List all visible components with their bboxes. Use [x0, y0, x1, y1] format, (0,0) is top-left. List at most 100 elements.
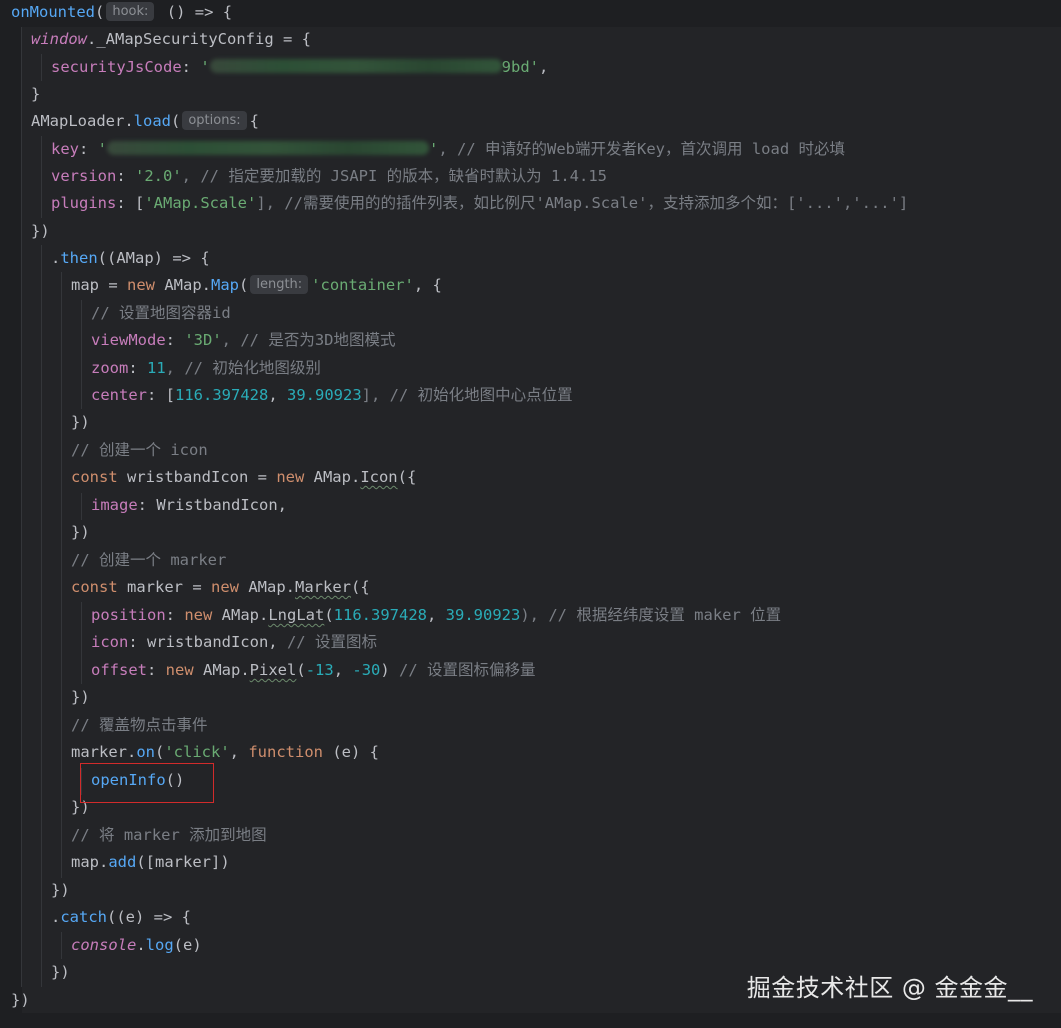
token-method: then — [60, 249, 98, 267]
code-line-20[interactable]: }) — [71, 519, 90, 546]
code-line-2[interactable]: window._AMapSecurityConfig = { — [31, 26, 311, 53]
token-punct: . — [124, 112, 134, 130]
token-comment: ), // 根据经纬度设置 maker 位置 — [520, 606, 782, 624]
token-string: '2.0' — [135, 167, 182, 185]
token-method: add — [108, 853, 137, 871]
token-plain: }) — [71, 523, 90, 541]
code-line-32[interactable]: map.add([marker]) — [71, 849, 230, 876]
token-plain: map. — [71, 853, 109, 871]
token-property: zoom — [91, 359, 129, 377]
token-property: _AMapSecurityConfig — [96, 30, 274, 48]
code-line-12[interactable]: // 设置地图容器id — [91, 300, 231, 327]
token-method: log — [145, 936, 174, 954]
token-property: position — [91, 606, 166, 624]
token-comment: , // 指定要加载的 JSAPI 的版本，缺省时默认为 1.4.15 — [181, 167, 607, 185]
token-plain: }) — [31, 222, 50, 240]
code-line-24[interactable]: icon: wristbandIcon, // 设置图标 — [91, 629, 377, 656]
code-line-16[interactable]: }) — [71, 409, 90, 436]
token-function: onMounted — [11, 3, 95, 21]
token-number: 116.397428 — [175, 386, 269, 404]
code-line-17[interactable]: // 创建一个 icon — [71, 437, 208, 464]
code-line-31[interactable]: // 将 marker 添加到地图 — [71, 822, 267, 849]
token-plain: ({ — [397, 468, 417, 486]
code-line-1[interactable]: onMounted(hook: () => { — [11, 0, 232, 26]
indent-guide — [41, 136, 42, 218]
code-line-23[interactable]: position: new AMap.LngLat(116.397428, 39… — [91, 602, 781, 629]
code-line-13[interactable]: viewMode: '3D', // 是否为3D地图模式 — [91, 327, 395, 354]
token-keyword: new — [127, 276, 155, 294]
token-property: image — [91, 496, 138, 514]
code-line-5[interactable]: AMapLoader.load(options:{ — [31, 108, 259, 135]
code-line-4[interactable]: } — [31, 81, 40, 108]
token-string: 9bd' — [501, 58, 539, 76]
token-comment: , // 是否为3D地图模式 — [221, 331, 396, 349]
code-line-9[interactable]: }) — [31, 218, 50, 245]
token-plain: ([marker]) — [136, 853, 230, 871]
code-line-8[interactable]: plugins: ['AMap.Scale'], //需要使用的的插件列表，如比… — [51, 190, 908, 217]
code-editor[interactable]: onMounted(hook: () => { window._AMapSecu… — [0, 0, 1061, 1028]
code-line-26[interactable]: }) — [71, 684, 90, 711]
code-line-11[interactable]: map = new AMap.Map(length:'container', { — [71, 272, 442, 299]
param-hint-length: length: — [250, 275, 309, 294]
token-punct: ) — [380, 661, 400, 679]
code-line-18[interactable]: const wristbandIcon = new AMap.Icon({ — [71, 464, 416, 491]
token-keyword: new — [276, 468, 305, 486]
token-punct: , — [427, 606, 446, 624]
token-punct: , — [333, 661, 353, 679]
code-line-22[interactable]: const marker = new AMap.Marker({ — [71, 574, 370, 601]
code-line-33[interactable]: }) — [51, 877, 70, 904]
token-plain: marker = — [117, 578, 211, 596]
token-property: key — [51, 140, 79, 158]
code-line-14[interactable]: zoom: 11, // 初始化地图级别 — [91, 355, 321, 382]
token-plain: }) — [71, 688, 90, 706]
indent-guide — [21, 27, 22, 987]
code-line-10[interactable]: .then((AMap) => { — [51, 245, 210, 272]
token-punct: ( — [324, 606, 334, 624]
code-line-6[interactable]: key: ' ', // 申请好的Web端开发者Key，首次调用 load 时必填 — [51, 136, 845, 163]
code-line-28[interactable]: marker.on('click', function (e) { — [71, 739, 379, 766]
code-line-34[interactable]: .catch((e) => { — [51, 904, 191, 931]
token-punct: : — [181, 58, 201, 76]
code-line-15[interactable]: center: [116.397428, 39.90923], // 初始化地图… — [91, 382, 573, 409]
indent-guide — [61, 272, 62, 878]
token-plain: AMap. — [212, 606, 269, 624]
token-plain: AMap. — [304, 468, 361, 486]
token-punct: { — [249, 112, 259, 130]
token-punct: : — [147, 661, 166, 679]
code-line-27[interactable]: // 覆盖物点击事件 — [71, 712, 208, 739]
token-comment: // 设置地图容器id — [91, 304, 231, 322]
token-plain: AMap. — [239, 578, 295, 596]
token-comment: // 设置图标 — [286, 633, 377, 651]
param-hint-hook: hook: — [106, 2, 155, 21]
token-keyword: const — [71, 578, 118, 596]
token-string: ' — [429, 140, 439, 158]
token-plain: }) — [11, 991, 30, 1009]
param-hint-options: options: — [182, 111, 247, 130]
watermark: 掘金技术社区 @ 金金金__ — [746, 974, 1033, 1002]
code-line-25[interactable]: offset: new AMap.Pixel(-13, -30) // 设置图标… — [91, 657, 536, 684]
token-comment: ], //需要使用的的插件列表，如比例尺'AMap.Scale'，支持添加多个如… — [256, 194, 909, 212]
token-plain: map = — [71, 276, 127, 294]
token-comment: // 设置图标偏移量 — [399, 661, 536, 679]
token-property: securityJsCode — [51, 58, 182, 76]
token-plain: marker. — [71, 743, 137, 761]
token-punct: , — [539, 58, 549, 76]
indent-guide — [81, 602, 82, 684]
indent-guide — [41, 245, 42, 987]
token-number: 11 — [147, 359, 166, 377]
code-line-35[interactable]: console.log(e) — [71, 932, 202, 959]
token-comment: ], // 初始化地图中心点位置 — [361, 386, 573, 404]
code-line-7[interactable]: version: '2.0', // 指定要加载的 JSAPI 的版本，缺省时默… — [51, 163, 607, 190]
redacted-api-key — [107, 141, 430, 155]
token-punct: , — [268, 386, 287, 404]
code-line-21[interactable]: // 创建一个 marker — [71, 547, 226, 574]
token-punct: : — [128, 359, 147, 377]
token-punct: . — [136, 936, 146, 954]
code-line-19[interactable]: image: WristbandIcon, — [91, 492, 287, 519]
token-plain: } — [31, 85, 41, 103]
code-line-3[interactable]: securityJsCode: ' 9bd', — [51, 54, 548, 81]
code-line-37[interactable]: }) — [11, 987, 30, 1014]
code-line-36[interactable]: }) — [51, 959, 70, 986]
token-number: 39.90923 — [287, 386, 362, 404]
token-string: 'AMap.Scale' — [144, 194, 257, 212]
